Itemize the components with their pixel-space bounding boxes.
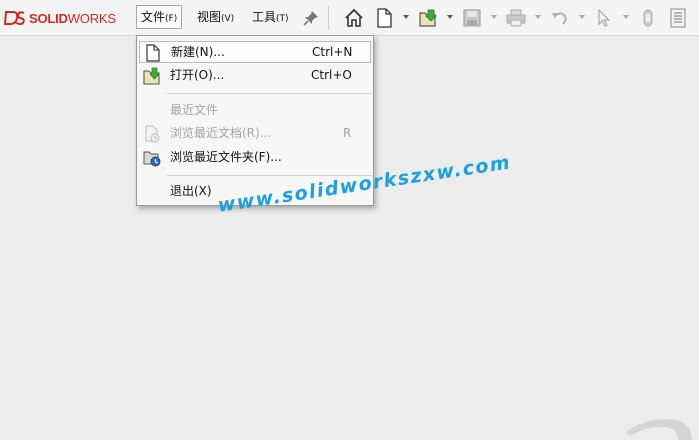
- menu-view[interactable]: 视图(V): [193, 5, 238, 29]
- menu-item-label: 新建(N)...: [171, 45, 225, 59]
- options-icon: [670, 8, 686, 28]
- menu-item-label: 浏览最近文档(R)...: [170, 126, 272, 140]
- ds-logo-icon: [4, 11, 25, 25]
- pin-menu-button[interactable]: [300, 7, 322, 29]
- options-button[interactable]: [667, 7, 689, 29]
- rebuild-icon: [643, 9, 653, 27]
- new-document-button[interactable]: [373, 7, 395, 29]
- menu-item-label: 打开(O)...: [170, 68, 225, 82]
- recent-document-icon: [145, 125, 160, 143]
- menu-file[interactable]: 文件(F): [136, 5, 183, 29]
- logo-text: SOLIDWORKS: [29, 10, 116, 26]
- save-button[interactable]: [461, 7, 483, 29]
- home-button[interactable]: [343, 7, 365, 29]
- toolbar-divider: [328, 6, 329, 30]
- top-bar: SOLIDWORKS 文件(F) 视图(V) 工具(T): [0, 0, 699, 36]
- chevron-down-icon[interactable]: [579, 14, 585, 20]
- undo-icon: [552, 12, 567, 25]
- save-icon: [463, 9, 481, 27]
- print-icon: [506, 9, 526, 27]
- chevron-down-icon[interactable]: [491, 14, 497, 20]
- undo-button[interactable]: [549, 7, 571, 29]
- menu-item-browse-recent-documents[interactable]: 浏览最近文档(R)... R: [139, 123, 371, 145]
- print-button[interactable]: [505, 7, 527, 29]
- home-icon: [345, 8, 363, 27]
- menu-separator: [167, 93, 372, 94]
- menu-item-shortcut: Ctrl+N: [312, 45, 353, 59]
- menu-item-shortcut: R: [343, 126, 352, 140]
- recent-folder-icon: [143, 151, 161, 167]
- menu-tools[interactable]: 工具(T): [248, 5, 293, 29]
- chevron-down-icon[interactable]: [447, 14, 453, 20]
- pin-icon: [303, 11, 318, 26]
- open-folder-icon: [143, 67, 160, 85]
- recent-files-header: 最近文件: [170, 103, 219, 117]
- menu-item-label: 退出(X): [170, 184, 212, 198]
- select-cursor-icon: [598, 9, 611, 27]
- open-button[interactable]: [417, 7, 439, 29]
- chevron-down-icon[interactable]: [535, 14, 541, 20]
- new-document-icon: [377, 8, 392, 28]
- open-folder-icon: [419, 9, 437, 27]
- new-document-icon: [146, 44, 160, 62]
- swoosh-graphic: [626, 419, 692, 440]
- menu-item-open[interactable]: 打开(O)... Ctrl+O: [139, 65, 371, 87]
- rebuild-button[interactable]: [637, 7, 659, 29]
- select-button[interactable]: [593, 7, 615, 29]
- menu-item-label: 浏览最近文件夹(F)...: [170, 150, 282, 164]
- menu-item-shortcut: Ctrl+O: [311, 68, 352, 82]
- chevron-down-icon[interactable]: [623, 14, 629, 20]
- solidworks-logo[interactable]: SOLIDWORKS: [4, 8, 116, 28]
- menu-item-new[interactable]: 新建(N)... Ctrl+N: [139, 41, 371, 63]
- chevron-down-icon[interactable]: [403, 14, 409, 20]
- menu-item-browse-recent-folders[interactable]: 浏览最近文件夹(F)...: [139, 147, 371, 169]
